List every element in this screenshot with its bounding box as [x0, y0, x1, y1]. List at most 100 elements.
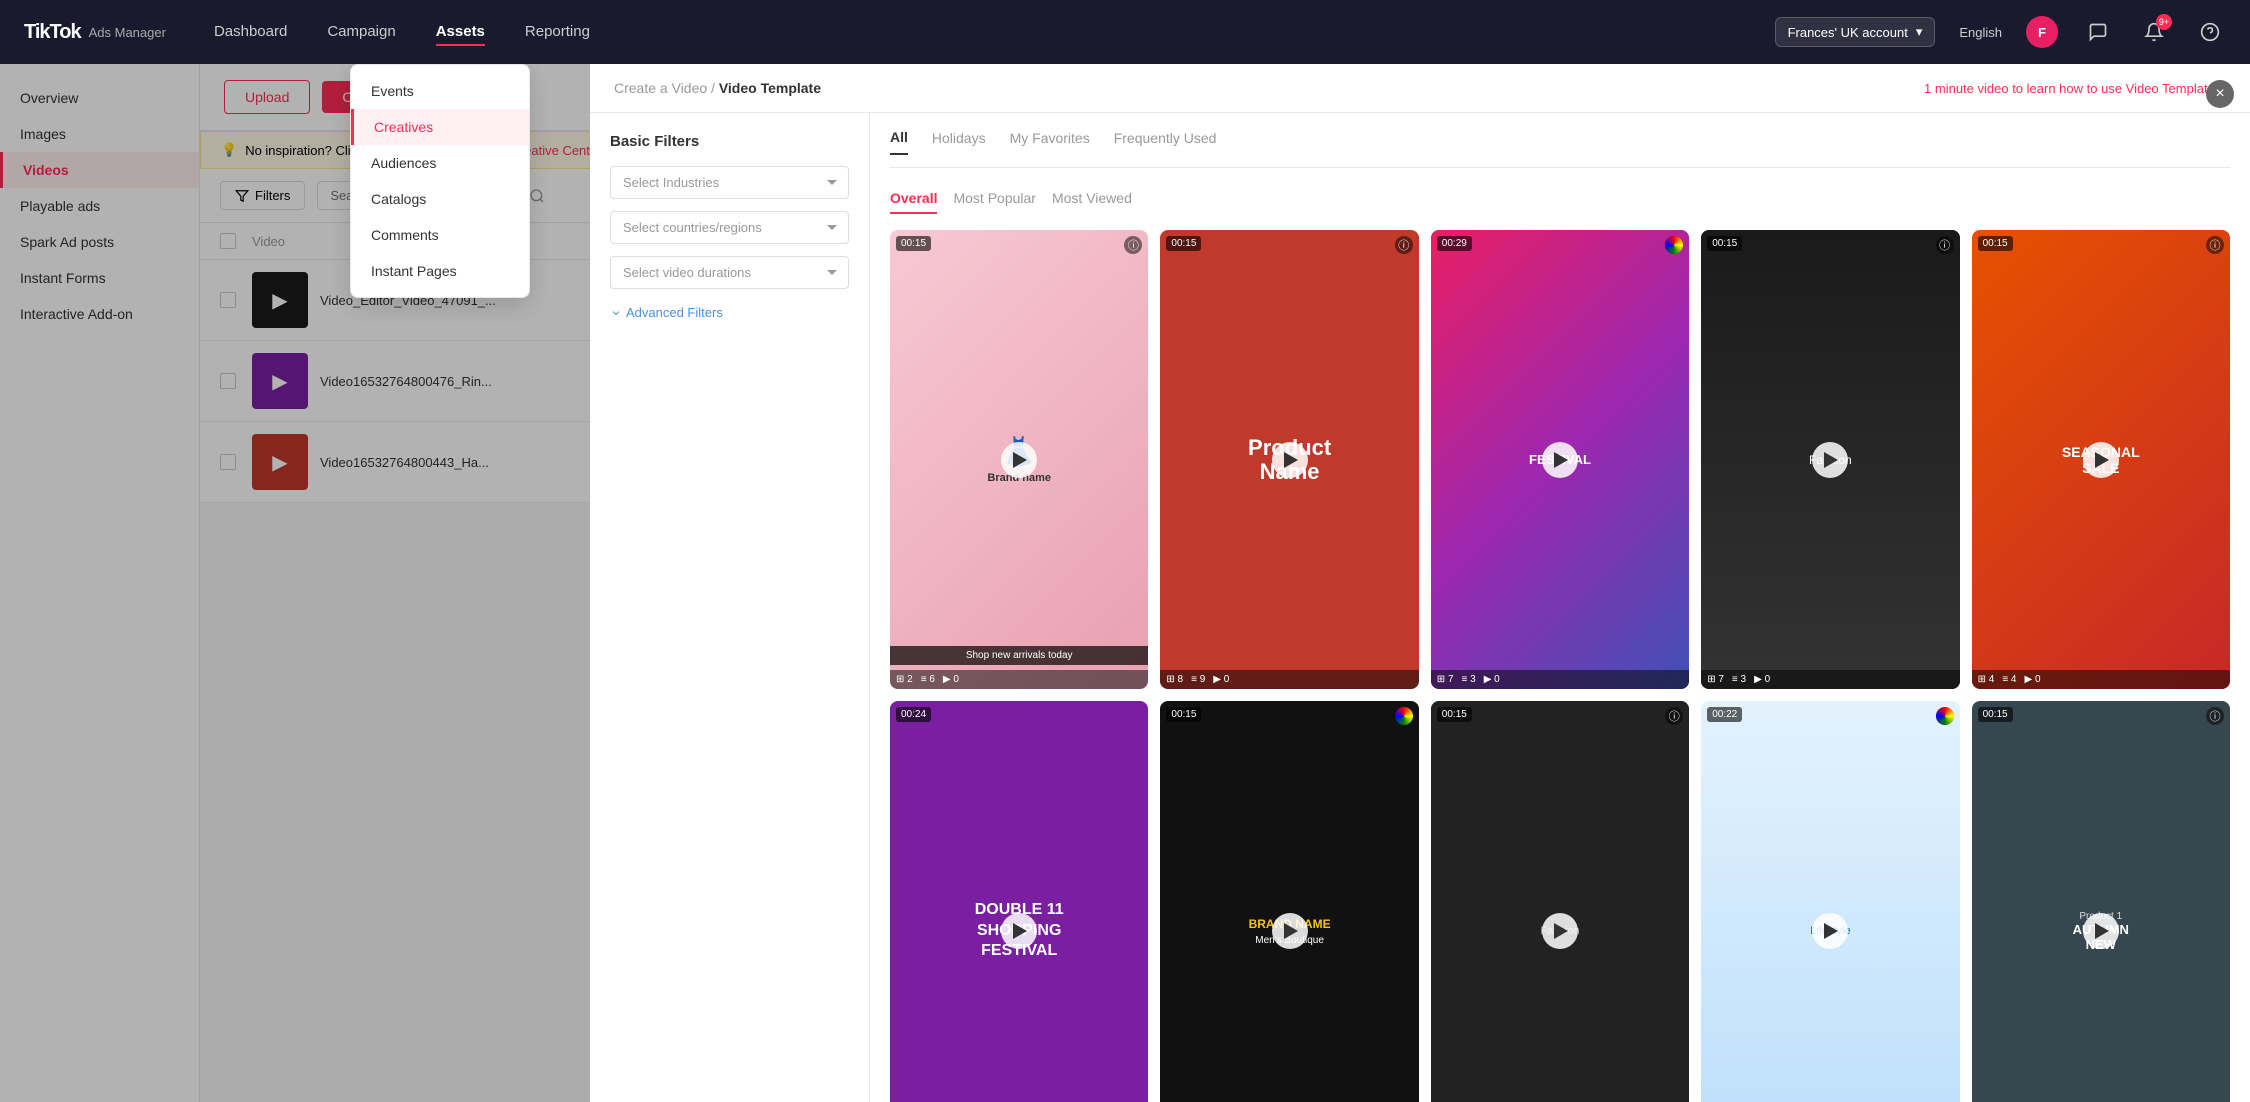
top-navigation: TikTok Ads Manager Dashboard Campaign As…	[0, 0, 2250, 64]
dropdown-item-creatives[interactable]: Creatives	[351, 109, 529, 145]
breadcrumb-prefix: Create a Video	[614, 80, 707, 96]
card-duration: 00:15	[1166, 707, 1201, 722]
card-stats: ⊞ 4 ≡ 4 ▶ 0	[1972, 670, 2230, 689]
subtab-most-viewed[interactable]: Most Viewed	[1052, 184, 1132, 214]
nav-assets[interactable]: Assets	[436, 19, 485, 46]
video-template-modal: × Create a Video / Video Template 1 minu…	[590, 64, 2250, 1102]
stat-images: ⊞ 7	[1707, 674, 1724, 685]
nav-right: Frances' UK account ▾ English F 9+	[1775, 16, 2226, 48]
account-selector[interactable]: Frances' UK account ▾	[1775, 17, 1936, 47]
modal-close-button[interactable]: ×	[2206, 80, 2234, 108]
info-button[interactable]: ⓘ	[1936, 236, 1954, 254]
ads-manager-label: Ads Manager	[89, 25, 166, 40]
stat-text: ≡ 6	[921, 674, 935, 685]
template-thumb: Lifestyle	[1701, 701, 1959, 1102]
card-duration: 00:15	[1978, 236, 2013, 251]
card-duration: 00:24	[896, 707, 931, 722]
duration-filter[interactable]: Select video durations	[610, 256, 849, 289]
play-button[interactable]	[2083, 913, 2119, 949]
rainbow-indicator	[1936, 707, 1954, 725]
card-stats: ⊞ 2 ≡ 6 ▶ 0	[890, 670, 1148, 689]
language-selector[interactable]: English	[1959, 25, 2002, 40]
tiktok-logo: TikTok Ads Manager	[24, 21, 166, 44]
stat-text: ≡ 3	[1732, 674, 1746, 685]
dropdown-item-comments[interactable]: Comments	[351, 217, 529, 253]
card-duration: 00:15	[1978, 707, 2013, 722]
play-button[interactable]	[1001, 913, 1037, 949]
template-thumb: Fashion	[1701, 230, 1959, 689]
expand-icon	[610, 307, 622, 319]
template-thumb: Product 1 AUTUMNNEW	[1972, 701, 2230, 1102]
dropdown-item-instant-pages[interactable]: Instant Pages	[351, 253, 529, 289]
modal-header: Create a Video / Video Template 1 minute…	[590, 64, 2250, 113]
avatar[interactable]: F	[2026, 16, 2058, 48]
stat-video: ▶ 0	[2025, 674, 2041, 685]
template-thumb: Fashion	[1431, 701, 1689, 1102]
breadcrumb-separator: /	[711, 80, 719, 96]
stat-video: ▶ 0	[943, 674, 959, 685]
chevron-down-icon: ▾	[1916, 24, 1923, 40]
template-thumb: BRAND NAME Men's Boutique	[1160, 701, 1418, 1102]
stat-video: ▶ 0	[1213, 674, 1229, 685]
account-name: Frances' UK account	[1788, 25, 1908, 40]
dropdown-overlay: Events Creatives Audiences Catalogs Comm…	[350, 64, 530, 298]
template-card[interactable]: Fashion 00:15 ⓘ ⊞ 2 ≡ 4 ▶ 0	[1431, 701, 1689, 1102]
card-stats: ⊞ 8 ≡ 9 ▶ 0	[1160, 670, 1418, 689]
template-card[interactable]: ProductName 00:15 ⓘ ⊞ 8 ≡ 9 ▶ 0	[1160, 230, 1418, 689]
play-button[interactable]	[1542, 913, 1578, 949]
card-duration: 00:22	[1707, 707, 1742, 722]
tiktok-icon: TikTok	[24, 21, 81, 44]
template-card[interactable]: BRAND NAME Men's Boutique 00:15 ⓘ ⊞ 4 ≡ …	[1160, 701, 1418, 1102]
tab-frequently-used[interactable]: Frequently Used	[1114, 130, 1217, 154]
info-button[interactable]: ⓘ	[2206, 236, 2224, 254]
stat-video: ▶ 0	[1754, 674, 1770, 685]
play-button[interactable]	[2083, 442, 2119, 478]
nav-dashboard[interactable]: Dashboard	[214, 19, 287, 46]
template-card[interactable]: 👗 Brand name 00:15 ⓘ Shop new arrivals t…	[890, 230, 1148, 689]
sub-tabs: Overall Most Popular Most Viewed	[890, 184, 2230, 214]
advanced-filters-link[interactable]: Advanced Filters	[610, 305, 849, 320]
stat-video: ▶ 0	[1484, 674, 1500, 685]
info-button[interactable]: ⓘ	[1395, 236, 1413, 254]
template-card[interactable]: SEASONALSALE 00:15 ⓘ ⊞ 4 ≡ 4 ▶ 0	[1972, 230, 2230, 689]
tab-my-favorites[interactable]: My Favorites	[1010, 130, 1090, 154]
template-card[interactable]: DOUBLE 11SHOPPINGFESTIVAL 00:24 ⊞ 13 ≡ 4…	[890, 701, 1148, 1102]
notifications-icon[interactable]: 9+	[2138, 16, 2170, 48]
learn-link[interactable]: 1 minute video to learn how to use Video…	[1924, 81, 2226, 96]
play-button[interactable]	[1001, 442, 1037, 478]
template-card[interactable]: Fashion 00:15 ⓘ ⊞ 7 ≡ 3 ▶ 0	[1701, 230, 1959, 689]
industry-filter[interactable]: Select Industries	[610, 166, 849, 199]
stat-images: ⊞ 2	[896, 674, 913, 685]
stat-text: ≡ 3	[1462, 674, 1476, 685]
subtab-overall[interactable]: Overall	[890, 184, 937, 214]
tab-all[interactable]: All	[890, 129, 908, 155]
dropdown-item-catalogs[interactable]: Catalogs	[351, 181, 529, 217]
template-card[interactable]: FESTIVAL 00:29 ⓘ ⊞ 7 ≡ 3 ▶ 0	[1431, 230, 1689, 689]
filters-title: Basic Filters	[610, 133, 849, 150]
country-filter[interactable]: Select countries/regions	[610, 211, 849, 244]
play-button[interactable]	[1272, 442, 1308, 478]
dropdown-item-events[interactable]: Events	[351, 73, 529, 109]
help-icon[interactable]	[2194, 16, 2226, 48]
nav-links: Dashboard Campaign Assets Reporting	[214, 19, 590, 46]
advanced-filters-label: Advanced Filters	[626, 305, 723, 320]
modal-body: Basic Filters Select Industries Select c…	[590, 113, 2250, 1102]
card-duration: 00:15	[896, 236, 931, 251]
stat-images: ⊞ 8	[1166, 674, 1183, 685]
card-duration: 00:15	[1166, 236, 1201, 251]
template-card[interactable]: Product 1 AUTUMNNEW 00:15 ⓘ ⊞ 7 ≡ 5 ▶ 0	[1972, 701, 2230, 1102]
play-button[interactable]	[1812, 442, 1848, 478]
template-thumb: 👗 Brand name	[890, 230, 1148, 689]
play-button[interactable]	[1542, 442, 1578, 478]
nav-campaign[interactable]: Campaign	[327, 19, 395, 46]
template-thumb: FESTIVAL	[1431, 230, 1689, 689]
play-button[interactable]	[1812, 913, 1848, 949]
dropdown-item-audiences[interactable]: Audiences	[351, 145, 529, 181]
nav-reporting[interactable]: Reporting	[525, 19, 590, 46]
subtab-most-popular[interactable]: Most Popular	[953, 184, 1035, 214]
tab-holidays[interactable]: Holidays	[932, 130, 986, 154]
card-stats: ⊞ 7 ≡ 3 ▶ 0	[1701, 670, 1959, 689]
play-button[interactable]	[1272, 913, 1308, 949]
messages-icon[interactable]	[2082, 16, 2114, 48]
template-card[interactable]: Lifestyle 00:22 ⓘ ⊞ 7 ≡ 4 ▶ 0	[1701, 701, 1959, 1102]
